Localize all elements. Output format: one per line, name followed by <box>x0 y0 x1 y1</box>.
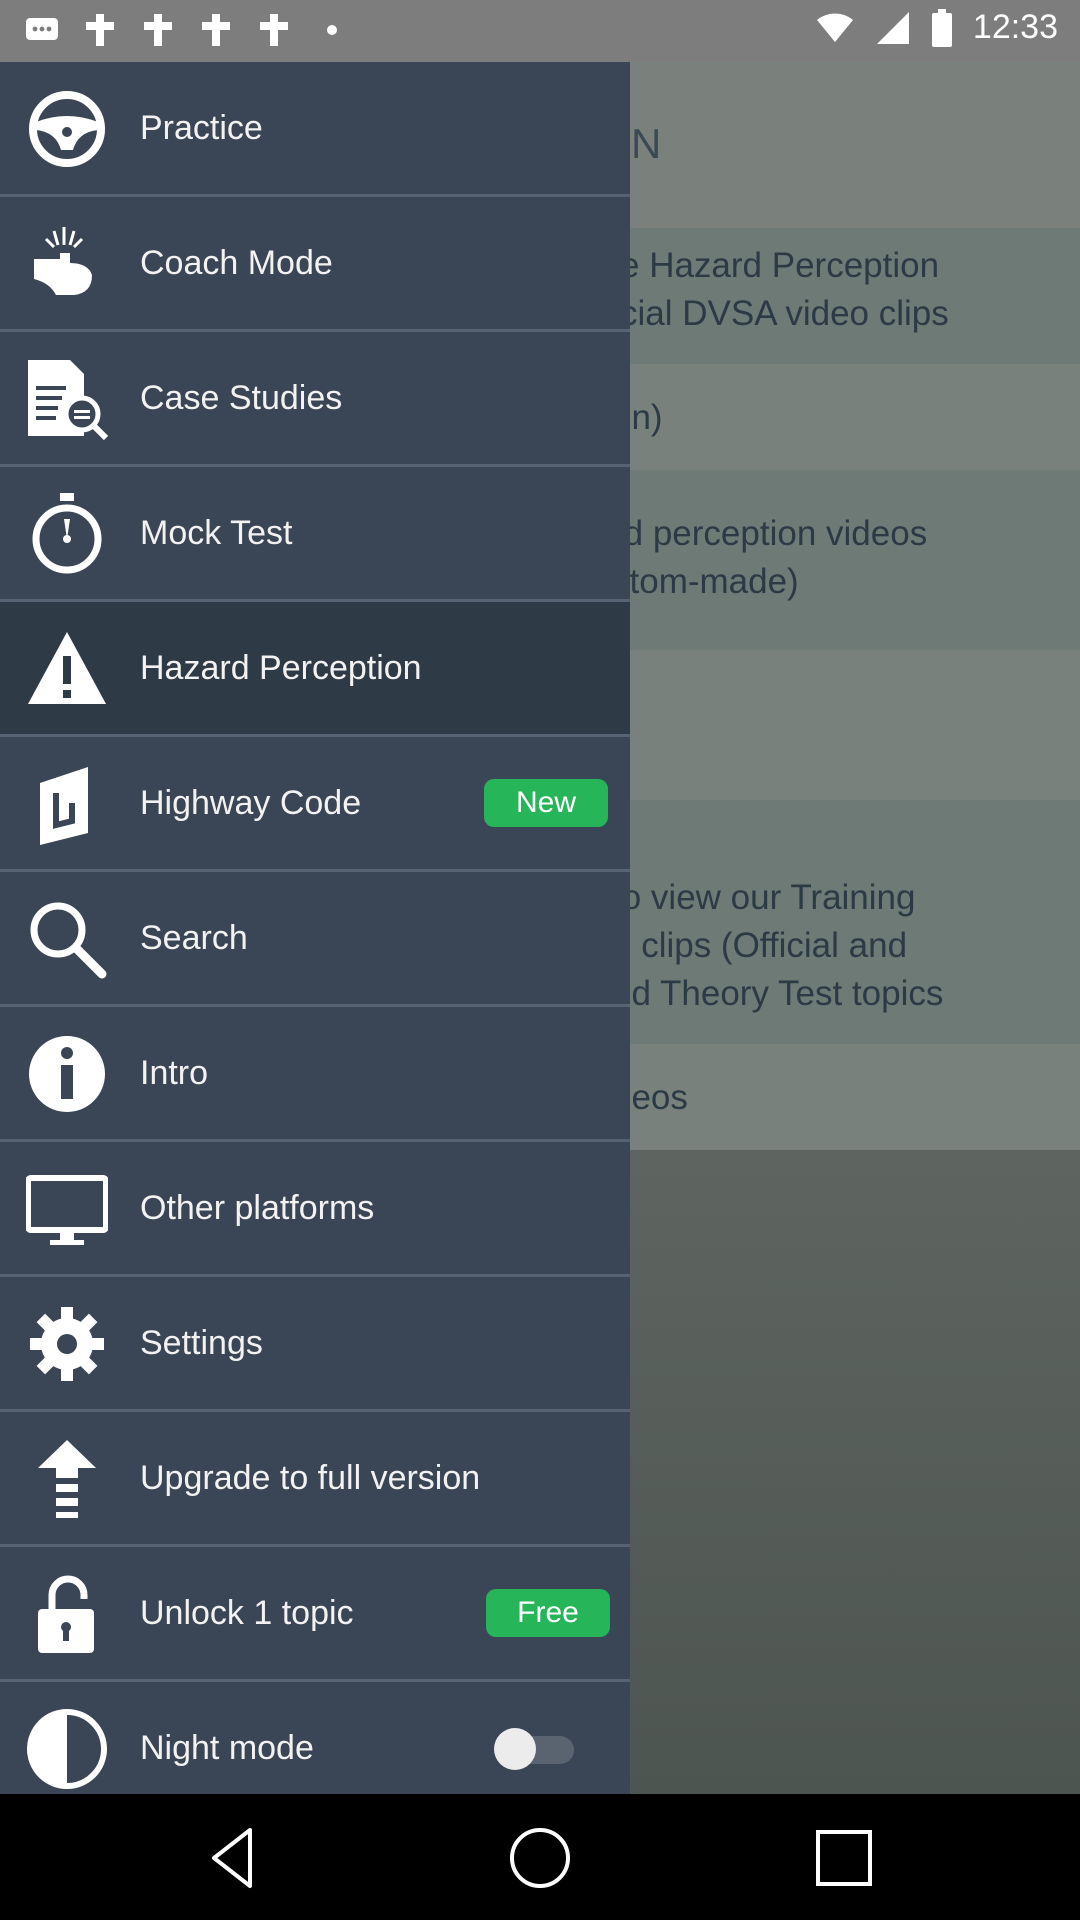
notification-icon <box>260 14 288 46</box>
drawer-item-other-platforms[interactable]: Other platforms <box>0 1142 630 1277</box>
background-row-text: rd perception videos <box>612 514 928 553</box>
search-icon <box>30 902 107 979</box>
notification-icon <box>144 14 172 46</box>
gear-icon <box>30 1307 104 1381</box>
background-row-text: ed Theory Test topics <box>612 974 944 1013</box>
upgrade-arrow-icon <box>38 1440 96 1518</box>
drawer-item-search[interactable]: Search <box>0 872 630 1007</box>
drawer-item-mock-test[interactable]: Mock Test <box>0 467 630 602</box>
background-row-text: cial DVSA video clips <box>620 294 949 333</box>
navigation-drawer: Practice Coach Mode Case Studies Mock Te… <box>0 62 630 1794</box>
drawer-item-label: Settings <box>140 1324 263 1362</box>
status-right: 12:33 <box>815 8 1058 47</box>
home-icon[interactable] <box>504 1822 576 1894</box>
drawer-item-hazard-perception[interactable]: Hazard Perception <box>0 602 630 737</box>
drawer-item-intro[interactable]: Intro <box>0 1007 630 1142</box>
drawer-item-settings[interactable]: Settings <box>0 1277 630 1412</box>
notification-icon <box>86 14 114 46</box>
drawer-item-label: Search <box>140 919 248 957</box>
drawer-item-label: Hazard Perception <box>140 649 422 687</box>
status-time: 12:33 <box>972 8 1058 46</box>
back-icon[interactable] <box>200 1822 272 1894</box>
wifi-icon <box>816 12 853 42</box>
toggle-knob <box>494 1728 536 1770</box>
status-left-icons <box>24 12 350 48</box>
drawer-item-label: Unlock 1 topic <box>140 1594 354 1632</box>
drawer-item-label: Mock Test <box>140 514 293 552</box>
drawer-item-practice[interactable]: Practice <box>0 62 630 197</box>
drawer-item-label: Highway Code <box>140 784 362 822</box>
unlock-icon <box>38 1575 94 1653</box>
status-bar: 12:33 <box>0 0 1080 62</box>
drawer-item-coach-mode[interactable]: Coach Mode <box>0 197 630 332</box>
message-icon <box>26 18 58 40</box>
system-nav-bar <box>0 1794 1080 1920</box>
drawer-item-label: Coach Mode <box>140 244 333 282</box>
dot-icon <box>327 25 337 35</box>
drawer-item-label: Intro <box>140 1054 209 1092</box>
monitor-icon <box>26 1175 108 1245</box>
steering-wheel-icon <box>29 91 105 167</box>
notification-icon <box>202 14 230 46</box>
document-search-icon <box>28 360 108 440</box>
drawer-item-case-studies[interactable]: Case Studies <box>0 332 630 467</box>
drawer-item-upgrade[interactable]: Upgrade to full version <box>0 1412 630 1547</box>
stopwatch-icon <box>32 493 102 574</box>
drawer-item-label: Case Studies <box>140 379 343 417</box>
half-circle-icon <box>27 1709 107 1789</box>
background-row-text: to view our Training <box>612 878 916 917</box>
touch-hand-icon <box>34 227 92 295</box>
drawer-item-label: Practice <box>140 109 263 147</box>
signal-icon <box>876 11 909 44</box>
new-badge: New <box>484 779 608 827</box>
battery-icon <box>931 8 952 47</box>
road-book-icon <box>40 767 88 845</box>
warning-icon <box>28 632 106 704</box>
drawer-item-label: Upgrade to full version <box>140 1459 481 1497</box>
free-badge: Free <box>486 1589 610 1637</box>
drawer-item-highway-code[interactable]: Highway Code New <box>0 737 630 872</box>
drawer-item-unlock-topic[interactable]: Unlock 1 topic Free <box>0 1547 630 1682</box>
recents-icon[interactable] <box>808 1822 880 1894</box>
night-mode-toggle[interactable] <box>492 1724 582 1774</box>
background-row-text: o clips (Official and <box>612 926 908 965</box>
background-row-text: e Hazard Perception <box>620 246 940 285</box>
drawer-item-label: Other platforms <box>140 1189 375 1227</box>
info-icon <box>29 1036 105 1112</box>
background-row-text: stom-made) <box>612 562 799 601</box>
